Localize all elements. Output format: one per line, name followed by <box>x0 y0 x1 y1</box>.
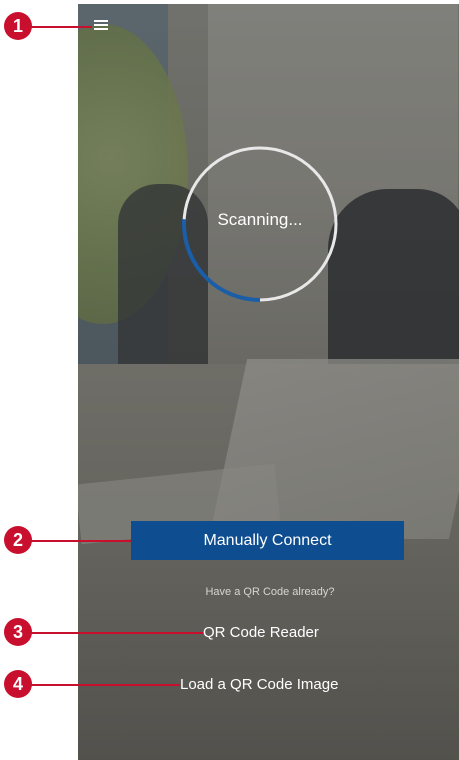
hamburger-menu-icon[interactable] <box>92 18 110 34</box>
callout-1-badge: 1 <box>4 12 32 40</box>
app-screen <box>78 4 459 760</box>
callout-4-badge: 4 <box>4 670 32 698</box>
qr-code-reader-link[interactable]: QR Code Reader <box>203 624 319 641</box>
callout-3-line <box>30 632 203 634</box>
background-overlay <box>78 4 459 760</box>
scanning-status: Scanning... <box>217 210 303 229</box>
callout-1-line <box>30 26 92 28</box>
callout-4-line <box>30 684 180 686</box>
qr-code-prompt: Have a QR Code already? <box>205 586 335 598</box>
manually-connect-button[interactable]: Manually Connect <box>131 521 404 560</box>
callout-2-badge: 2 <box>4 526 32 554</box>
help-guide-figure: Scanning... Manually Connect Have a QR C… <box>0 0 459 760</box>
callout-2-line <box>30 540 131 542</box>
callout-3-badge: 3 <box>4 618 32 646</box>
load-qr-code-image-link[interactable]: Load a QR Code Image <box>180 676 338 693</box>
